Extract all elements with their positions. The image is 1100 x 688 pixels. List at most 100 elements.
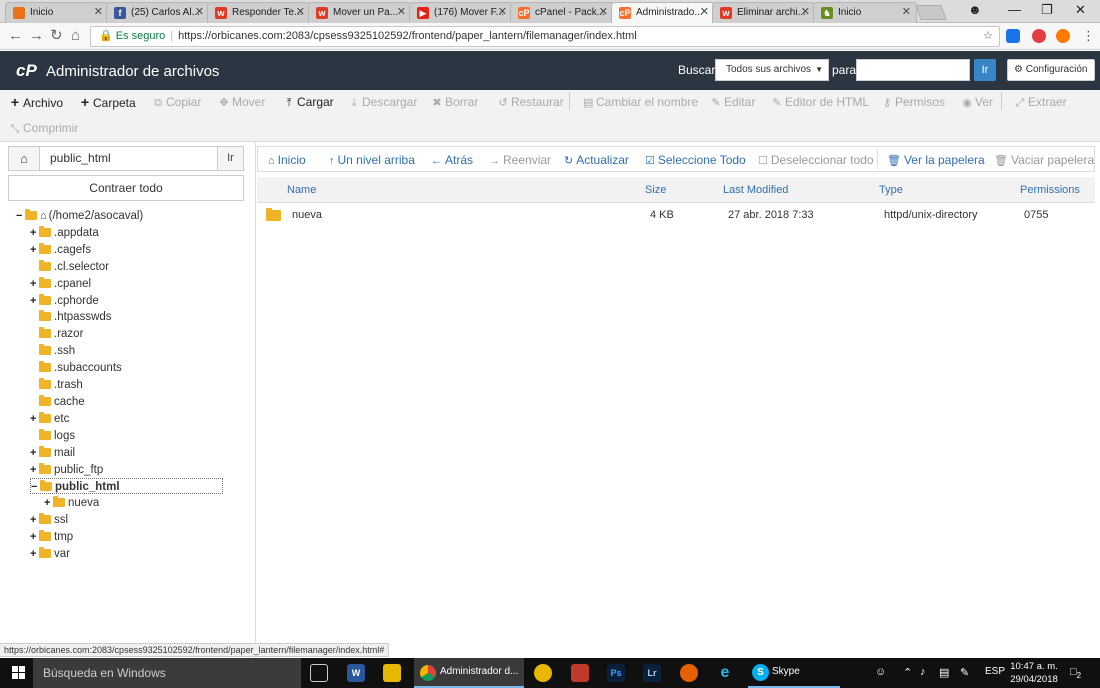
action-reenviar-button[interactable]: → Reenviar — [489, 153, 551, 167]
toolbar-mover-button[interactable]: ✥ Mover — [219, 95, 265, 110]
expand-icon[interactable]: + — [30, 411, 39, 427]
toolbar-restaurar-button[interactable]: ↺ Restaurar — [498, 95, 563, 110]
taskbar-clock[interactable]: 10:47 a. m. 29/04/2018 — [1008, 660, 1060, 686]
tree-item[interactable]: .htpasswds — [30, 309, 112, 325]
tree-item[interactable]: .subaccounts — [30, 360, 122, 376]
path-input[interactable]: public_html — [40, 146, 218, 171]
firefox-icon[interactable] — [680, 664, 698, 682]
bookmark-star-icon[interactable]: ☆ — [983, 27, 993, 46]
expand-icon[interactable]: + — [30, 242, 39, 258]
chevron-up-icon[interactable]: ⌃ — [903, 666, 912, 679]
expand-icon[interactable]: + — [30, 462, 39, 478]
browser-tab[interactable]: cP cPanel - Pack... ✕ — [510, 2, 614, 23]
path-go-button[interactable]: Ir — [217, 146, 244, 171]
skype-taskbar-button[interactable]: S Skype — [748, 658, 840, 688]
tree-item[interactable]: + .appdata — [30, 225, 99, 241]
forward-arrow-icon[interactable]: → — [29, 27, 44, 45]
tab-close-icon[interactable]: ✕ — [94, 3, 103, 22]
tree-item[interactable]: .ssh — [30, 343, 75, 359]
taskbar-search[interactable]: Búsqueda en Windows — [33, 658, 301, 688]
action-inicio-button[interactable]: ⌂ Inicio — [268, 153, 306, 167]
windows-start-icon[interactable] — [12, 666, 26, 680]
tab-close-icon[interactable]: ✕ — [801, 3, 810, 22]
tab-close-icon[interactable]: ✕ — [700, 3, 709, 22]
extension-icon[interactable] — [1006, 29, 1020, 43]
toolbar-copiar-button[interactable]: ⧉ Copiar — [153, 95, 201, 110]
browser-tab[interactable]: ▶ (176) Mover F... ✕ — [409, 2, 513, 23]
tree-item[interactable]: .trash — [30, 377, 83, 393]
collapse-icon[interactable]: − — [16, 208, 25, 224]
tree-item[interactable]: − public_html — [30, 478, 223, 495]
expand-icon[interactable]: + — [30, 512, 39, 528]
action-actualizar-button[interactable]: ↻ Actualizar — [564, 153, 629, 167]
toolbar-editar-button[interactable]: ✎ Editar — [711, 95, 755, 110]
chrome-taskbar-button[interactable]: Administrador d... — [414, 658, 524, 688]
expand-icon[interactable]: + — [30, 225, 39, 241]
tree-item[interactable]: + public_ftp — [30, 462, 103, 478]
action-atrás-button[interactable]: ← Atrás — [431, 153, 473, 167]
app-icon[interactable] — [534, 664, 552, 682]
expand-icon[interactable]: + — [30, 293, 39, 309]
toolbar-carpeta-button[interactable]: + Carpeta — [80, 95, 136, 110]
toolbar-borrar-button[interactable]: ✖ Borrar — [432, 95, 478, 110]
expand-icon[interactable]: + — [30, 529, 39, 545]
word-icon[interactable]: W — [347, 664, 365, 682]
new-tab-button[interactable] — [915, 5, 947, 20]
toolbar-cargar-button[interactable]: ⤒ Cargar — [284, 95, 334, 110]
task-view-icon[interactable] — [310, 664, 328, 682]
column-header-size[interactable]: Size — [645, 184, 666, 196]
tab-close-icon[interactable]: ✕ — [902, 3, 911, 22]
tree-item[interactable]: + .cagefs — [30, 242, 91, 258]
browser-tab[interactable]: Inicio ✕ — [5, 2, 109, 23]
browser-tab[interactable]: cP Administrado... ✕ — [611, 2, 715, 23]
action-seleccione-todo-button[interactable]: ☑ Seleccione Todo — [645, 153, 746, 167]
tree-item[interactable]: .cl.selector — [30, 259, 109, 275]
tree-item[interactable]: .razor — [30, 326, 83, 342]
column-header-name[interactable]: Name — [287, 184, 316, 196]
language-indicator[interactable]: ESP — [985, 666, 1005, 677]
toolbar-extraer-button[interactable]: ⤢ Extraer — [1015, 95, 1067, 110]
action-vaciar-papelera-button[interactable]: 🗑 Vaciar papelera — [994, 153, 1094, 167]
tree-item[interactable]: cache — [30, 394, 85, 410]
people-icon[interactable]: ☺ — [875, 666, 886, 678]
toolbar-descargar-button[interactable]: ⤓ Descargar — [349, 95, 418, 110]
tree-item[interactable]: + tmp — [30, 529, 73, 545]
tree-item[interactable]: + mail — [30, 445, 75, 461]
tab-close-icon[interactable]: ✕ — [296, 3, 305, 22]
restore-button[interactable]: ❐ — [1041, 2, 1053, 18]
edge-icon[interactable]: e — [716, 664, 734, 682]
extension-icon[interactable] — [1032, 29, 1046, 43]
search-input[interactable] — [856, 59, 970, 81]
tree-item[interactable]: + etc — [30, 411, 69, 427]
pen-icon[interactable]: ✎ — [960, 666, 969, 679]
search-scope-select[interactable]: Todos sus archivos ▼ — [715, 59, 829, 81]
settings-button[interactable]: ⚙ Configuración — [1007, 59, 1095, 81]
collapse-icon[interactable]: − — [31, 479, 40, 495]
filezilla-icon[interactable] — [571, 664, 589, 682]
toolbar-editor-de-html-button[interactable]: ✎ Editor de HTML — [772, 95, 869, 110]
file-explorer-icon[interactable] — [383, 664, 401, 682]
tree-item[interactable]: + var — [30, 546, 70, 562]
tree-item[interactable]: + .cphorde — [30, 293, 99, 309]
tree-item[interactable]: + ssl — [30, 512, 68, 528]
expand-icon[interactable]: + — [30, 276, 39, 292]
tree-item[interactable]: logs — [30, 428, 75, 444]
back-arrow-icon[interactable]: ← — [8, 27, 23, 45]
tree-item[interactable]: − ⌂ (/home2/asocaval) — [16, 208, 143, 224]
lightroom-icon[interactable]: Lr — [643, 664, 661, 682]
volume-icon[interactable]: ♪ — [920, 666, 926, 678]
action-deseleccionar-todo-button[interactable]: ☐ Deseleccionar todo — [758, 153, 874, 167]
collapse-all-button[interactable]: Contraer todo — [8, 175, 244, 201]
toolbar-cambiar-el-nombre-button[interactable]: ▤ Cambiar el nombre — [583, 95, 698, 110]
chrome-menu-icon[interactable]: ⋮ — [1082, 27, 1095, 45]
tab-close-icon[interactable]: ✕ — [195, 3, 204, 22]
action-ver-la-papelera-button[interactable]: 🗑 Ver la papelera — [887, 153, 985, 167]
omnibox[interactable]: 🔒 Es seguro | https://orbicanes.com:2083/cp… — [90, 26, 1000, 47]
column-header-type[interactable]: Type — [879, 184, 903, 196]
toolbar-ver-button[interactable]: ◉ Ver — [962, 95, 993, 110]
home-dir-button[interactable]: ⌂ — [8, 146, 40, 171]
toolbar-permisos-button[interactable]: ⚷ Permisos — [882, 95, 945, 110]
photoshop-icon[interactable]: Ps — [607, 664, 625, 682]
tab-close-icon[interactable]: ✕ — [397, 3, 406, 22]
window-close-button[interactable]: ✕ — [1075, 2, 1086, 18]
